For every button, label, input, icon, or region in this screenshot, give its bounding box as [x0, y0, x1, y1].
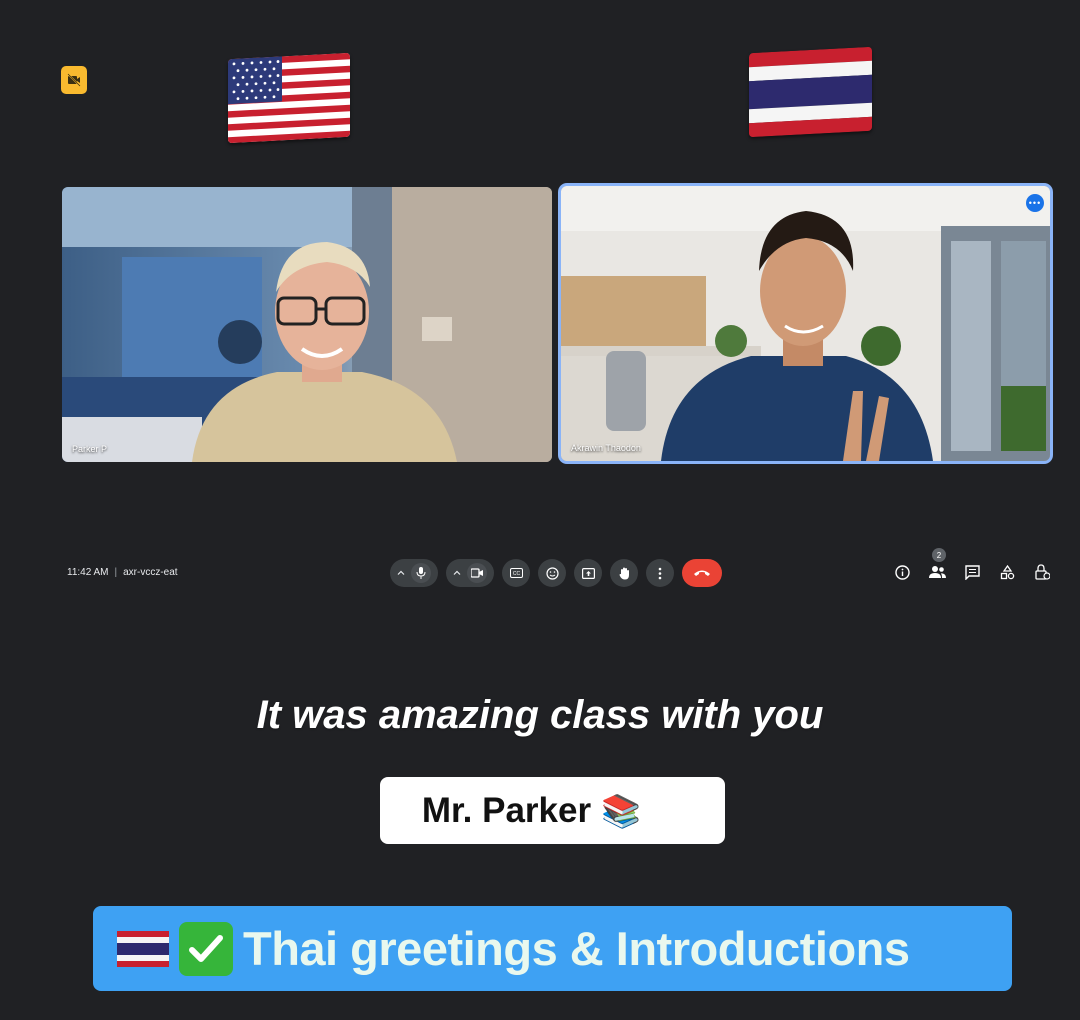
- host-controls-icon[interactable]: [1032, 562, 1052, 582]
- activities-icon[interactable]: [997, 562, 1017, 582]
- video-tile-parker[interactable]: Parker P: [62, 187, 552, 462]
- present-icon[interactable]: [574, 559, 602, 587]
- hang-up-icon[interactable]: [682, 559, 722, 587]
- captions-icon[interactable]: CC: [502, 559, 530, 587]
- side-panel-controls: 2: [892, 548, 1052, 582]
- caption-name-emojis: 📚 😊: [601, 792, 684, 829]
- meeting-info: 11:42 AM | axr-vccz-eat: [67, 567, 178, 578]
- check-mark-icon: [179, 921, 233, 976]
- mic-control[interactable]: [390, 559, 438, 587]
- raise-hand-icon[interactable]: [610, 559, 638, 587]
- participant-video: [62, 187, 552, 462]
- camera-off-badge: [61, 66, 87, 94]
- chevron-up-icon[interactable]: [397, 569, 405, 577]
- caption-name: Mr. Parker: [421, 790, 592, 830]
- call-controls: CC: [390, 559, 722, 587]
- usa-flag: [228, 52, 350, 144]
- chat-icon[interactable]: [962, 562, 982, 582]
- thailand-flag: [749, 46, 872, 138]
- camera-off-icon: [67, 73, 81, 87]
- camera-control[interactable]: [446, 559, 494, 587]
- thailand-flag-icon: [117, 930, 169, 967]
- participant-name-label: Akrawin Thaodon: [571, 443, 641, 453]
- video-tile-akrawin[interactable]: ••• Akrawin Thaodon: [561, 186, 1050, 461]
- camera-icon[interactable]: [467, 563, 487, 583]
- meeting-info-separator: |: [114, 567, 118, 578]
- emoji-icon[interactable]: [538, 559, 566, 587]
- participant-name-label: Parker P: [72, 444, 108, 454]
- svg-text:CC: CC: [512, 571, 520, 577]
- mic-icon[interactable]: [411, 563, 431, 583]
- info-icon[interactable]: [892, 562, 912, 582]
- more-options-icon[interactable]: [646, 559, 674, 587]
- caption-topic: Thai greetings & Introductions: [243, 922, 910, 975]
- meeting-time: 11:42 AM: [67, 567, 109, 578]
- caption-name-box: Mr. Parker 📚 😊: [380, 777, 725, 844]
- people-count-badge: 2: [932, 548, 946, 562]
- caption-topic-box: Thai greetings & Introductions: [93, 906, 1012, 991]
- meeting-code[interactable]: axr-vccz-eat: [123, 567, 177, 578]
- caption-headline: It was amazing class with you: [256, 693, 824, 737]
- people-icon[interactable]: 2: [927, 548, 947, 582]
- participant-video: [561, 186, 1050, 461]
- chevron-up-icon[interactable]: [453, 569, 461, 577]
- tile-more-options-icon[interactable]: •••: [1026, 194, 1044, 212]
